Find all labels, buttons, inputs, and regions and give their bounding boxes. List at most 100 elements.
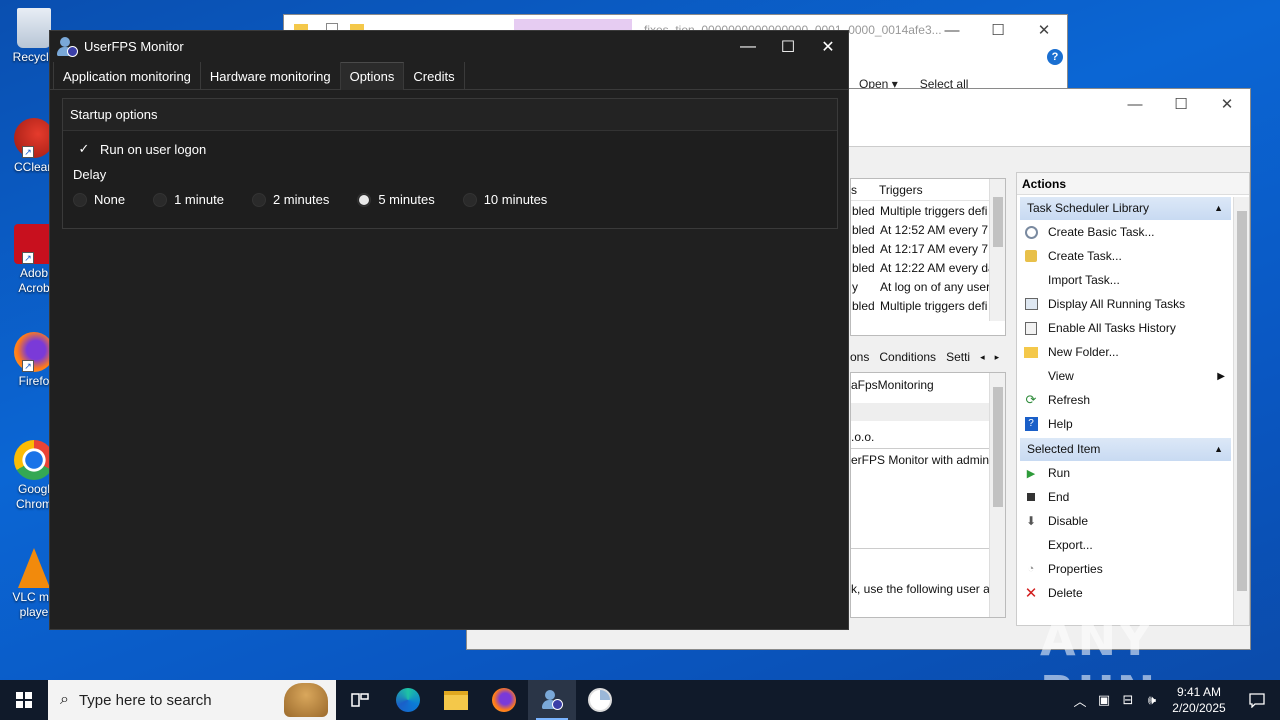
delay-radio-group: None 1 minute 2 minutes 5 minutes 10 minutes	[73, 192, 575, 207]
action-delete[interactable]: ✕ Delete	[1017, 581, 1231, 605]
search-highlight-muffin-icon[interactable]	[284, 683, 328, 717]
task-status-cell: bled	[852, 241, 875, 256]
notification-center-button[interactable]	[1234, 692, 1280, 708]
action-export[interactable]: Export...	[1017, 533, 1231, 557]
edge-icon	[396, 688, 420, 712]
table-row[interactable]: bled At 12:52 AM every 7	[851, 220, 1005, 239]
task-triggers-cell: At log on of any user	[880, 279, 991, 294]
action-run[interactable]: ▶ Run	[1017, 461, 1231, 485]
start-button[interactable]	[0, 680, 48, 720]
table-row[interactable]: bled Multiple triggers defi	[851, 296, 1005, 315]
windows-logo-icon	[16, 692, 32, 708]
action-label: Refresh	[1048, 393, 1091, 407]
refresh-icon: ⟳	[1025, 392, 1037, 407]
clock[interactable]: 9:41 AM 2/20/2025	[1164, 684, 1234, 716]
radio-indicator	[251, 192, 266, 207]
tab-application-monitoring[interactable]: Application monitoring	[53, 62, 201, 90]
delay-radio-none[interactable]: None	[73, 192, 125, 207]
table-row[interactable]: y At log on of any user	[851, 277, 1005, 296]
tab-credits[interactable]: Credits	[404, 62, 465, 90]
collapse-icon[interactable]: ▲	[1214, 438, 1223, 461]
taskbar: ⌕ Type here to search ︿ ▣ ⊟ 🕪 9:41 AM 2/…	[0, 680, 1280, 720]
maximize-button[interactable]: ☐	[975, 15, 1021, 45]
taskbar-file-explorer[interactable]	[432, 680, 480, 720]
task-list[interactable]: s Triggers bled Multiple triggers defi ble…	[850, 178, 1006, 336]
action-refresh[interactable]: ⟳ Refresh	[1017, 388, 1231, 412]
disable-icon: ⬇	[1025, 514, 1037, 528]
delay-radio-5-minutes[interactable]: 5 minutes	[357, 192, 435, 207]
taskbar-task-scheduler[interactable]	[576, 680, 624, 720]
action-import-task[interactable]: Import Task...	[1017, 268, 1231, 292]
table-row[interactable]: bled At 12:17 AM every 7	[851, 239, 1005, 258]
tab-actions-partial[interactable]: ons	[850, 350, 869, 364]
actions-scrollbar[interactable]	[1233, 197, 1249, 625]
action-label: Run	[1048, 466, 1071, 480]
table-row[interactable]: bled At 12:22 AM every da	[851, 258, 1005, 277]
vlc-icon	[18, 548, 50, 588]
action-view[interactable]: View ▶	[1017, 364, 1231, 388]
delay-radio-2-minutes[interactable]: 2 minutes	[251, 192, 329, 207]
minimize-button[interactable]: —	[728, 31, 768, 62]
action-enable-all-tasks-history[interactable]: Enable All Tasks History	[1017, 316, 1231, 340]
action-properties[interactable]: ◔ Properties	[1017, 557, 1231, 581]
section-selected-item[interactable]: Selected Item ▲	[1020, 438, 1231, 461]
minimize-button[interactable]: —	[1112, 89, 1158, 119]
help-icon[interactable]: ?	[1047, 49, 1063, 65]
close-button[interactable]: ✕	[808, 31, 848, 62]
taskbar-search-box[interactable]: ⌕ Type here to search	[48, 680, 336, 720]
action-label: Create Basic Task...	[1048, 225, 1155, 239]
run-on-logon-label: Run on user logon	[100, 141, 207, 157]
action-label: Help	[1048, 417, 1073, 431]
tab-options[interactable]: Options	[340, 62, 405, 90]
action-disable[interactable]: ⬇ Disable	[1017, 509, 1231, 533]
section-label: Task Scheduler Library	[1027, 201, 1150, 215]
close-button[interactable]: ✕	[1021, 15, 1067, 45]
collapse-icon[interactable]: ▲	[1214, 197, 1223, 220]
details-divider	[851, 548, 989, 549]
tab-hardware-monitoring[interactable]: Hardware monitoring	[201, 62, 341, 90]
taskbar-edge[interactable]	[384, 680, 432, 720]
task-list-scrollbar[interactable]	[989, 179, 1005, 321]
maximize-button[interactable]: ☐	[768, 31, 808, 62]
clock-time: 9:41 AM	[1176, 685, 1222, 699]
details-scrollbar[interactable]	[989, 373, 1005, 617]
device-icon[interactable]: ▣	[1092, 692, 1116, 708]
end-icon	[1023, 489, 1039, 505]
delay-radio-1-minute[interactable]: 1 minute	[153, 192, 224, 207]
table-row[interactable]: bled Multiple triggers defi	[851, 201, 1005, 220]
taskbar-userfps-monitor[interactable]	[528, 680, 576, 720]
section-task-scheduler-library[interactable]: Task Scheduler Library ▲	[1020, 197, 1231, 220]
tab-settings-partial[interactable]: Setti	[946, 350, 970, 364]
action-create-basic-task[interactable]: Create Basic Task...	[1017, 220, 1231, 244]
tab-conditions[interactable]: Conditions	[879, 350, 936, 364]
action-end[interactable]: End	[1017, 485, 1231, 509]
userfps-monitor-window[interactable]: UserFPS Monitor — ☐ ✕ Application monito…	[49, 30, 849, 630]
taskbar-firefox[interactable]	[480, 680, 528, 720]
run-on-logon-checkbox[interactable]: ✓ Run on user logon	[76, 141, 207, 157]
tab-scroll-right-icon[interactable]: ▸	[995, 352, 1000, 363]
column-triggers[interactable]: Triggers	[875, 183, 923, 197]
action-help[interactable]: ? Help	[1017, 412, 1231, 436]
task-author-value: .o.o.	[851, 430, 875, 444]
show-hidden-icons-icon[interactable]: ︿	[1068, 691, 1092, 710]
radio-label: 10 minutes	[483, 192, 548, 207]
action-display-all-running-tasks[interactable]: Display All Running Tasks	[1017, 292, 1231, 316]
task-view-icon	[351, 693, 369, 707]
tab-scroll-left-icon[interactable]: ◂	[980, 352, 985, 363]
action-new-folder[interactable]: New Folder...	[1017, 340, 1231, 364]
maximize-button[interactable]: ☐	[1158, 89, 1204, 119]
volume-icon[interactable]: 🕪	[1140, 692, 1164, 708]
search-placeholder: Type here to search	[78, 691, 212, 709]
close-button[interactable]: ✕	[1204, 89, 1250, 119]
delay-radio-10-minutes[interactable]: 10 minutes	[462, 192, 548, 207]
history-icon	[1023, 320, 1039, 336]
column-status[interactable]: s	[851, 183, 875, 197]
task-triggers-cell: Multiple triggers defi	[880, 203, 988, 218]
network-icon[interactable]: ⊟	[1116, 692, 1140, 708]
task-view-button[interactable]	[336, 680, 384, 720]
notification-icon	[1249, 693, 1265, 708]
startup-options-group: Startup options ✓ Run on user logon Dela…	[62, 98, 838, 229]
adobe-acrobat-icon: ↗	[14, 224, 54, 264]
minimize-button[interactable]: —	[929, 15, 975, 45]
action-create-task[interactable]: Create Task...	[1017, 244, 1231, 268]
